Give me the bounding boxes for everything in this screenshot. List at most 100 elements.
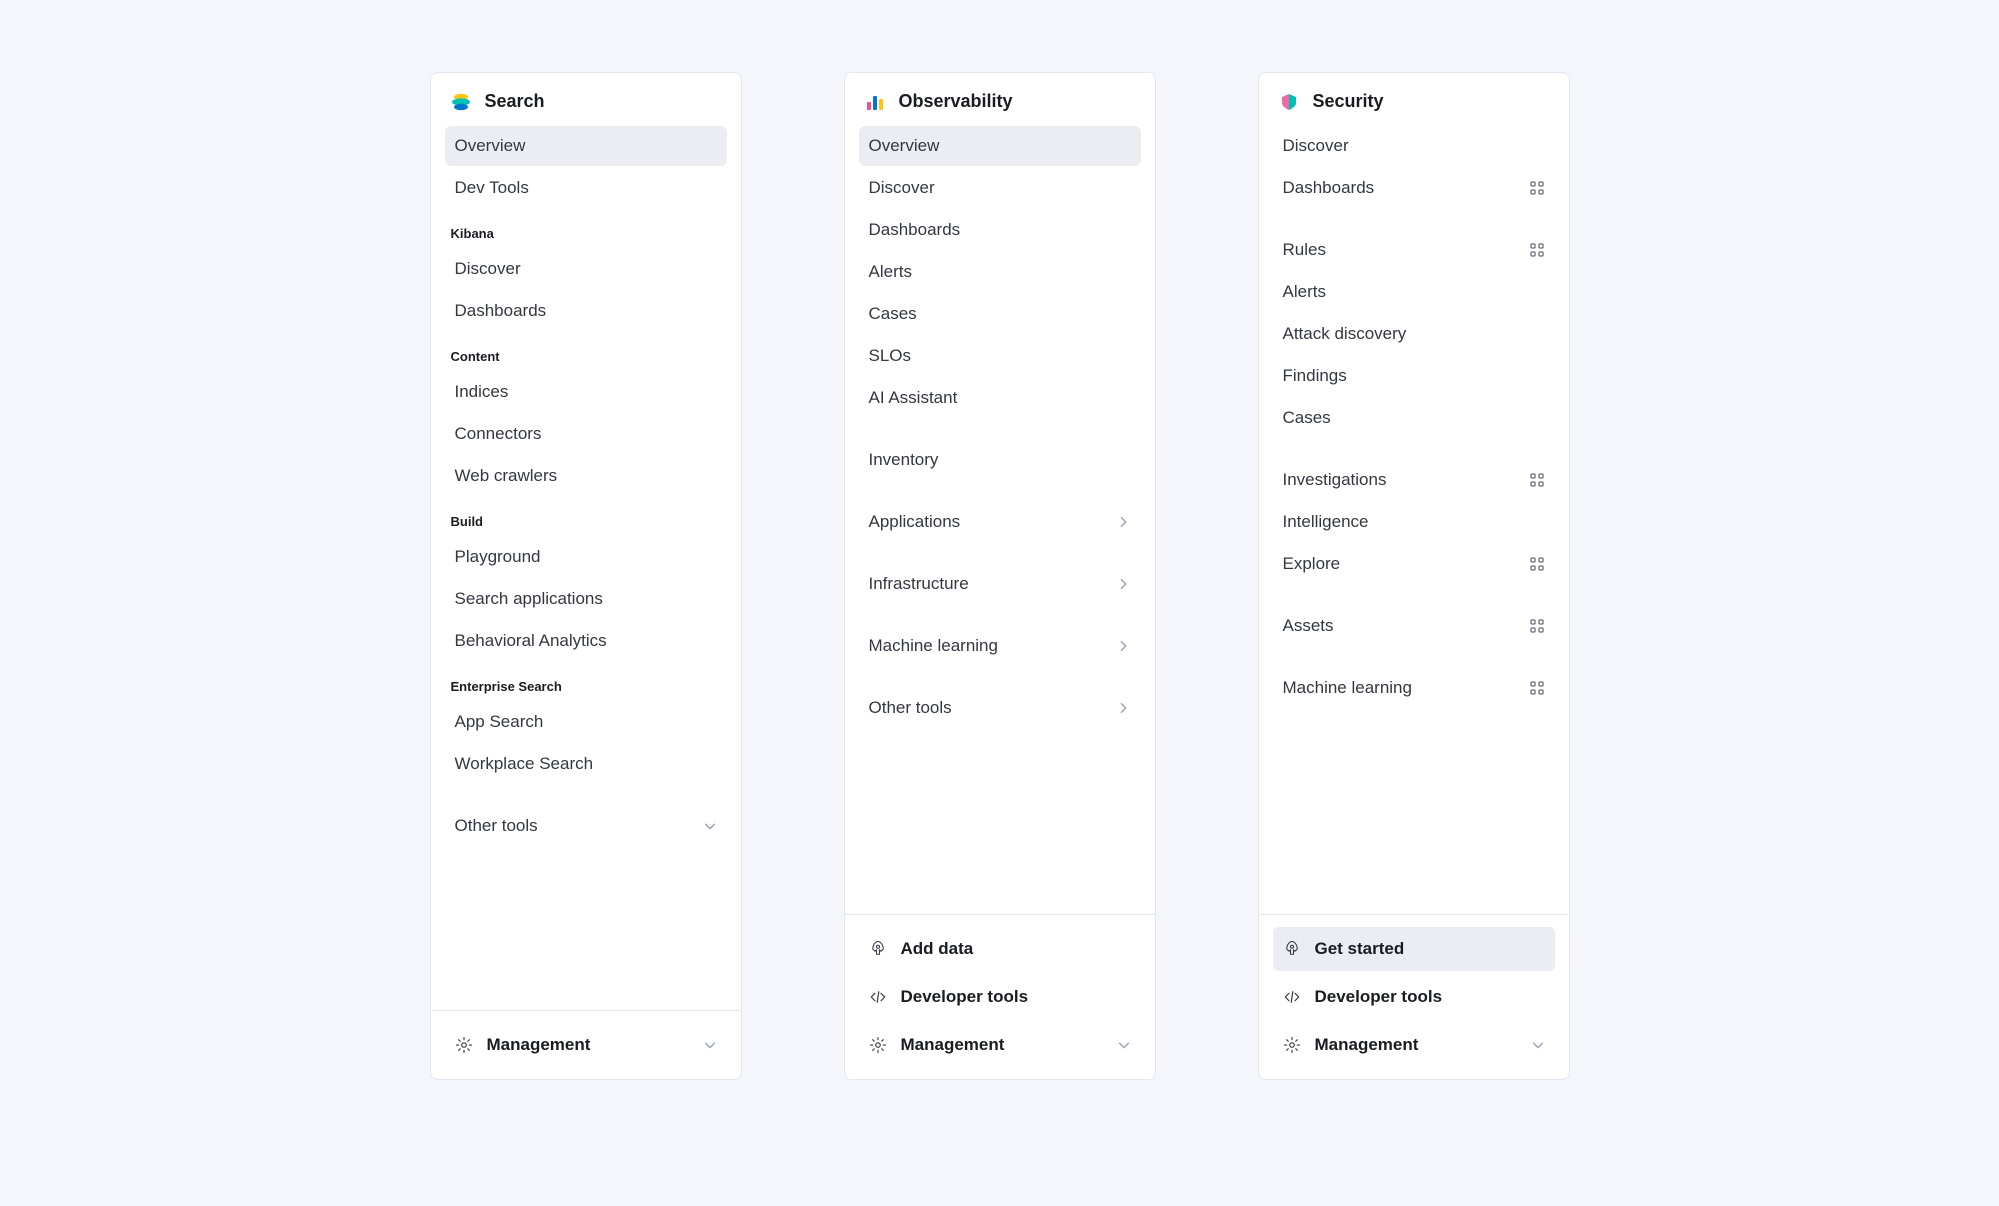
nav-item-label: Rules — [1283, 240, 1529, 260]
nav-item-intelligence[interactable]: Intelligence — [1273, 502, 1555, 542]
footer-item-label: Add data — [901, 939, 1131, 959]
nav-item-other-tools[interactable]: Other tools — [445, 806, 727, 846]
footer-item-developer-tools[interactable]: Developer tools — [1273, 975, 1555, 1019]
rocket-icon — [869, 940, 887, 958]
nav-item-label: Assets — [1283, 616, 1529, 636]
section-spacer — [859, 544, 1141, 562]
nav-item-discover[interactable]: Discover — [1273, 126, 1555, 166]
grid-icon — [1529, 618, 1545, 634]
chevron-right-icon — [1117, 701, 1131, 715]
nav-item-label: Dashboards — [455, 301, 717, 321]
nav-item-label: Machine learning — [869, 636, 1117, 656]
nav-item-findings[interactable]: Findings — [1273, 356, 1555, 396]
panel-header: Security — [1259, 73, 1569, 122]
grid-icon — [1529, 618, 1545, 634]
grid-icon — [1529, 180, 1545, 196]
nav-item-dashboards[interactable]: Dashboards — [859, 210, 1141, 250]
nav-item-rules[interactable]: Rules — [1273, 230, 1555, 270]
nav-item-ai-assistant[interactable]: AI Assistant — [859, 378, 1141, 418]
nav-item-assets[interactable]: Assets — [1273, 606, 1555, 646]
nav-item-other-tools[interactable]: Other tools — [859, 688, 1141, 728]
nav-item-label: Discover — [1283, 136, 1545, 156]
nav-item-dashboards[interactable]: Dashboards — [445, 291, 727, 331]
nav-item-label: SLOs — [869, 346, 1131, 366]
nav-item-behavioral-analytics[interactable]: Behavioral Analytics — [445, 621, 727, 661]
nav-item-label: Dashboards — [869, 220, 1131, 240]
nav-item-dev-tools[interactable]: Dev Tools — [445, 168, 727, 208]
nav-item-label: Findings — [1283, 366, 1545, 386]
code-icon — [869, 988, 887, 1006]
nav-item-machine-learning[interactable]: Machine learning — [859, 626, 1141, 666]
panel-security: Security Discover Dashboards Rules Alerts Att… — [1258, 72, 1570, 1080]
nav-item-web-crawlers[interactable]: Web crawlers — [445, 456, 727, 496]
nav-item-discover[interactable]: Discover — [445, 249, 727, 289]
panel-footer: Management — [431, 1010, 741, 1079]
nav-item-playground[interactable]: Playground — [445, 537, 727, 577]
nav-item-label: Overview — [869, 136, 1131, 156]
footer-item-label: Developer tools — [901, 987, 1131, 1007]
nav-item-slos[interactable]: SLOs — [859, 336, 1141, 376]
section-spacer — [445, 786, 727, 804]
nav-item-label: Search applications — [455, 589, 717, 609]
nav-item-overview[interactable]: Overview — [859, 126, 1141, 166]
grid-icon — [1529, 242, 1545, 258]
footer-item-add-data[interactable]: Add data — [859, 927, 1141, 971]
chevron-right-icon — [1117, 577, 1131, 591]
nav-item-label: Other tools — [869, 698, 1117, 718]
code-icon — [1283, 988, 1301, 1006]
nav-item-search-applications[interactable]: Search applications — [445, 579, 727, 619]
chevron-down-icon — [703, 1038, 717, 1052]
section-spacer — [859, 482, 1141, 500]
panel-footer: Add data Developer tools Management — [845, 914, 1155, 1079]
nav-item-label: Playground — [455, 547, 717, 567]
nav-item-inventory[interactable]: Inventory — [859, 440, 1141, 480]
nav-item-infrastructure[interactable]: Infrastructure — [859, 564, 1141, 604]
rocket-icon — [1283, 940, 1301, 958]
nav-item-cases[interactable]: Cases — [859, 294, 1141, 334]
nav-item-label: Web crawlers — [455, 466, 717, 486]
grid-icon — [1529, 242, 1545, 258]
nav-item-attack-discovery[interactable]: Attack discovery — [1273, 314, 1555, 354]
chevron-right-icon — [1117, 639, 1131, 653]
chevron-down-icon — [1531, 1038, 1545, 1052]
nav-item-alerts[interactable]: Alerts — [859, 252, 1141, 292]
nav-item-discover[interactable]: Discover — [859, 168, 1141, 208]
panel-body: OverviewDev ToolsKibanaDiscoverDashboard… — [431, 122, 741, 1010]
grid-icon — [1529, 180, 1545, 196]
footer-item-label: Management — [487, 1035, 689, 1055]
section-spacer — [859, 420, 1141, 438]
nav-item-connectors[interactable]: Connectors — [445, 414, 727, 454]
nav-item-label: Applications — [869, 512, 1117, 532]
rocket-icon — [1283, 940, 1301, 958]
nav-item-machine-learning[interactable]: Machine learning — [1273, 668, 1555, 708]
nav-item-explore[interactable]: Explore — [1273, 544, 1555, 584]
chevron-down-icon — [703, 1038, 717, 1052]
chevron-right-icon — [1117, 515, 1131, 529]
nav-item-applications[interactable]: Applications — [859, 502, 1141, 542]
nav-item-label: Alerts — [1283, 282, 1545, 302]
nav-item-workplace-search[interactable]: Workplace Search — [445, 744, 727, 784]
nav-item-indices[interactable]: Indices — [445, 372, 727, 412]
chevron-down-icon — [1531, 1038, 1545, 1052]
chevron-down-icon — [1117, 1038, 1131, 1052]
footer-item-management[interactable]: Management — [1273, 1023, 1555, 1067]
observability-logo-icon — [865, 92, 885, 112]
chevron-down-icon — [703, 819, 717, 833]
elastic-logo-icon — [451, 92, 471, 112]
gear-icon — [1283, 1036, 1301, 1054]
footer-item-management[interactable]: Management — [859, 1023, 1141, 1067]
footer-item-management[interactable]: Management — [445, 1023, 727, 1067]
footer-item-get-started[interactable]: Get started — [1273, 927, 1555, 971]
gear-icon — [455, 1036, 473, 1054]
gear-icon — [455, 1036, 473, 1054]
panel-title: Search — [485, 91, 545, 112]
grid-icon — [1529, 680, 1545, 696]
nav-item-app-search[interactable]: App Search — [445, 702, 727, 742]
panel-title: Security — [1313, 91, 1384, 112]
nav-item-alerts[interactable]: Alerts — [1273, 272, 1555, 312]
nav-item-cases[interactable]: Cases — [1273, 398, 1555, 438]
footer-item-developer-tools[interactable]: Developer tools — [859, 975, 1141, 1019]
nav-item-investigations[interactable]: Investigations — [1273, 460, 1555, 500]
nav-item-overview[interactable]: Overview — [445, 126, 727, 166]
nav-item-dashboards[interactable]: Dashboards — [1273, 168, 1555, 208]
